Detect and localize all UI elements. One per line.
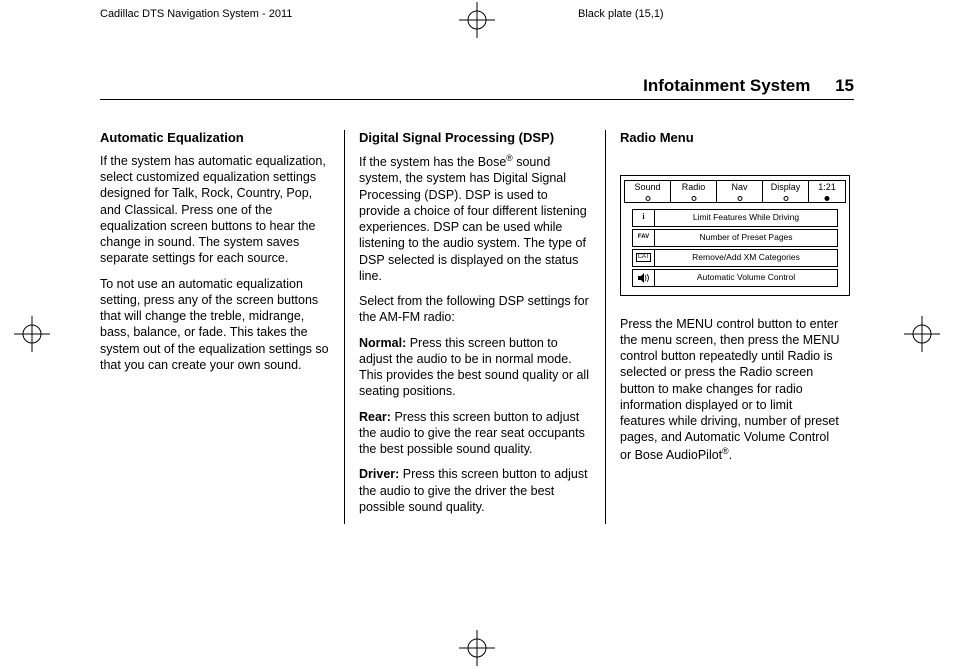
speaker-icon bbox=[633, 270, 655, 286]
crop-mark-left bbox=[14, 316, 50, 352]
col1-heading: Automatic Equalization bbox=[100, 130, 330, 147]
page-number: 15 bbox=[835, 76, 854, 95]
crop-mark-right bbox=[904, 316, 940, 352]
dsp-rear: Rear: Press this screen button to adjust… bbox=[359, 409, 591, 458]
menu-row-preset-pages: FAV Number of Preset Pages bbox=[632, 229, 838, 247]
section-title: Infotainment System 15 bbox=[643, 76, 854, 96]
crop-mark-bottom bbox=[459, 630, 495, 666]
rear-label: Rear: bbox=[359, 410, 391, 424]
column-3: Radio Menu Sound Radio Nav Display 1:21 … bbox=[606, 130, 854, 524]
tab-row: Sound Radio Nav Display 1:21 bbox=[624, 180, 846, 203]
header-left: Cadillac DTS Navigation System - 2011 bbox=[100, 8, 292, 20]
tab-nav: Nav bbox=[717, 180, 763, 203]
dot-icon bbox=[691, 196, 696, 201]
dsp-normal: Normal: Press this screen button to adju… bbox=[359, 335, 591, 400]
dot-icon bbox=[645, 196, 650, 201]
col1-para-2: To not use an automatic equalization set… bbox=[100, 276, 330, 374]
header-rule bbox=[100, 99, 854, 100]
dot-icon bbox=[783, 196, 788, 201]
section-title-text: Infotainment System bbox=[643, 76, 810, 95]
dsp-driver: Driver: Press this screen button to adju… bbox=[359, 466, 591, 515]
menu-row-limit-features: i Limit Features While Driving bbox=[632, 209, 838, 227]
column-1: Automatic Equalization If the system has… bbox=[100, 130, 344, 524]
content-columns: Automatic Equalization If the system has… bbox=[100, 130, 854, 524]
tab-sound: Sound bbox=[624, 180, 671, 203]
tab-time: 1:21 bbox=[809, 180, 846, 203]
col1-para-1: If the system has automatic equalization… bbox=[100, 153, 330, 267]
driver-label: Driver: bbox=[359, 467, 399, 481]
dot-icon bbox=[737, 196, 742, 201]
col2-para-1: If the system has the Bose® sound system… bbox=[359, 153, 591, 284]
column-2: Digital Signal Processing (DSP) If the s… bbox=[344, 130, 606, 524]
info-icon: i bbox=[633, 210, 655, 226]
col3-heading: Radio Menu bbox=[620, 130, 840, 147]
normal-label: Normal: bbox=[359, 336, 406, 350]
col2-para-2: Select from the following DSP settings f… bbox=[359, 293, 591, 326]
radio-menu-figure: Sound Radio Nav Display 1:21 i Limit Fea… bbox=[620, 175, 850, 296]
menu-row-avc: Automatic Volume Control bbox=[632, 269, 838, 287]
menu-row-xm-categories: CAT Remove/Add XM Categories bbox=[632, 249, 838, 267]
dot-icon bbox=[825, 196, 830, 201]
col2-heading: Digital Signal Processing (DSP) bbox=[359, 130, 591, 147]
tab-display: Display bbox=[763, 180, 809, 203]
header-right: Black plate (15,1) bbox=[578, 8, 664, 20]
fav-icon: FAV bbox=[633, 230, 655, 246]
cat-icon: CAT bbox=[633, 250, 655, 266]
col3-para-1: Press the MENU control button to enter t… bbox=[620, 316, 840, 463]
crop-mark-top bbox=[459, 2, 495, 38]
tab-radio: Radio bbox=[671, 180, 717, 203]
